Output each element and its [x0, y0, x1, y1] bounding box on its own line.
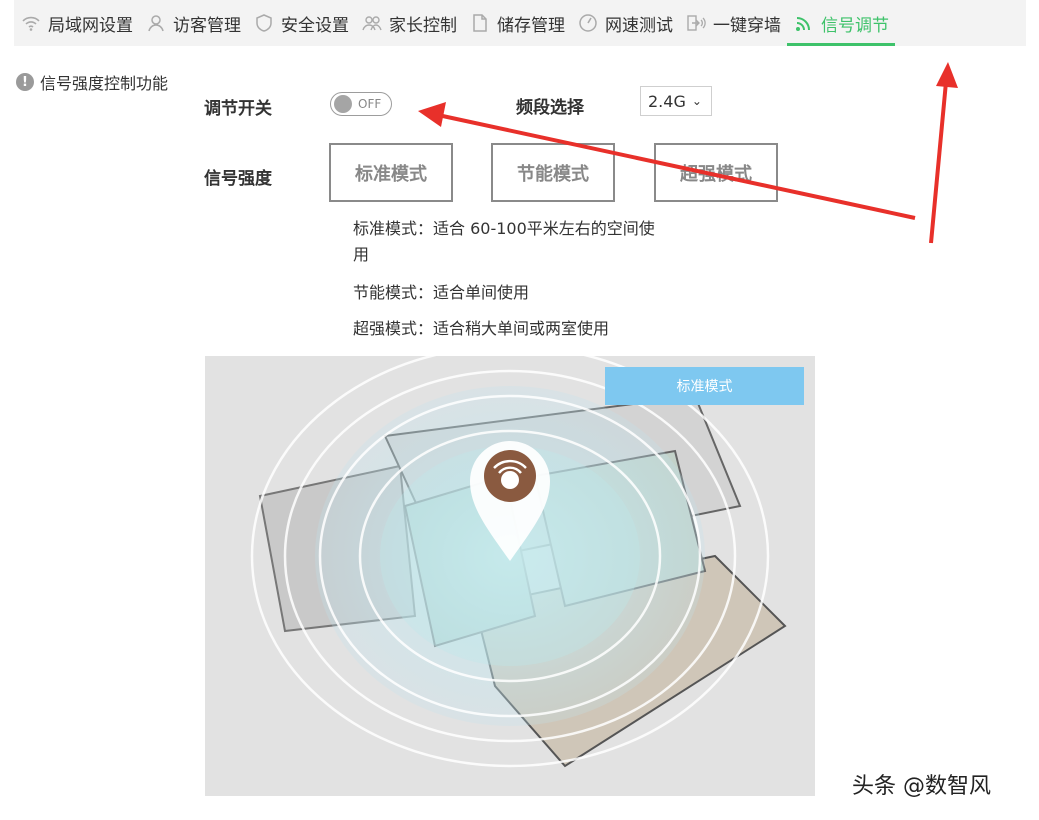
adjust-toggle[interactable]: OFF [330, 92, 392, 116]
section-title-text: 信号强度控制功能 [40, 74, 169, 93]
nav-label: 信号调节 [821, 15, 889, 36]
nav-item-lan-settings[interactable]: 局域网设置 [14, 0, 139, 46]
desc-strong: 超强模式：适合稍大单间或两室使用 [353, 319, 610, 338]
watermark: 头条 @数智风 [852, 774, 991, 799]
top-nav: 局域网设置 访客管理 安全设置 家长控制 储存管理 网速测试 一键穿墙 信号调节 [14, 0, 1026, 46]
mode-standard-button[interactable]: 标准模式 [329, 143, 453, 202]
strength-label: 信号强度 [204, 169, 272, 189]
nav-label: 局域网设置 [48, 15, 133, 36]
users-icon [361, 12, 383, 34]
toggle-knob [334, 95, 352, 113]
file-icon [469, 12, 491, 34]
desc-standard-line2: 用 [353, 245, 370, 264]
desc-standard: 标准模式：适合 60-100平米左右的空间使 用 [353, 216, 693, 268]
coverage-illustration: 标准模式 [205, 356, 815, 796]
user-icon [145, 12, 167, 34]
nav-label: 访客管理 [173, 15, 241, 36]
nav-label: 储存管理 [497, 15, 565, 36]
toggle-state: OFF [358, 97, 382, 111]
nav-item-signal-adjust[interactable]: 信号调节 [787, 0, 895, 46]
nav-item-security[interactable]: 安全设置 [247, 0, 355, 46]
desc-saving: 节能模式：适合单间使用 [353, 283, 530, 302]
nav-label: 一键穿墙 [713, 15, 781, 36]
switch-label: 调节开关 [204, 99, 272, 119]
mode-strong-button[interactable]: 超强模式 [654, 143, 778, 202]
nav-item-parental[interactable]: 家长控制 [355, 0, 463, 46]
nav-item-wall-penetration[interactable]: 一键穿墙 [679, 0, 787, 46]
nav-item-storage[interactable]: 储存管理 [463, 0, 571, 46]
wifi-icon [20, 12, 42, 34]
desc-standard-line1: 标准模式：适合 60-100平米左右的空间使 [353, 219, 655, 238]
signal-icon [793, 12, 815, 34]
wall-signal-icon [685, 12, 707, 34]
nav-item-speedtest[interactable]: 网速测试 [571, 0, 679, 46]
speedometer-icon [577, 12, 599, 34]
floorplan-graphic [205, 356, 815, 796]
nav-label: 家长控制 [389, 15, 457, 36]
nav-label: 网速测试 [605, 15, 673, 36]
mode-banner: 标准模式 [605, 367, 804, 405]
info-icon: ! [16, 73, 34, 91]
arrowhead-tab [936, 62, 958, 88]
nav-item-guest[interactable]: 访客管理 [139, 0, 247, 46]
arrowhead-toggle [418, 102, 446, 127]
band-label: 频段选择 [516, 98, 584, 118]
shield-icon [253, 12, 275, 34]
section-title: ! 信号强度控制功能 [16, 70, 168, 94]
arrow-to-tab [929, 81, 948, 244]
chevron-down-icon: ⌄ [691, 94, 702, 108]
nav-label: 安全设置 [281, 15, 349, 36]
mode-saving-button[interactable]: 节能模式 [491, 143, 615, 202]
band-value: 2.4G [648, 91, 686, 111]
band-select[interactable]: 2.4G ⌄ [640, 86, 712, 116]
